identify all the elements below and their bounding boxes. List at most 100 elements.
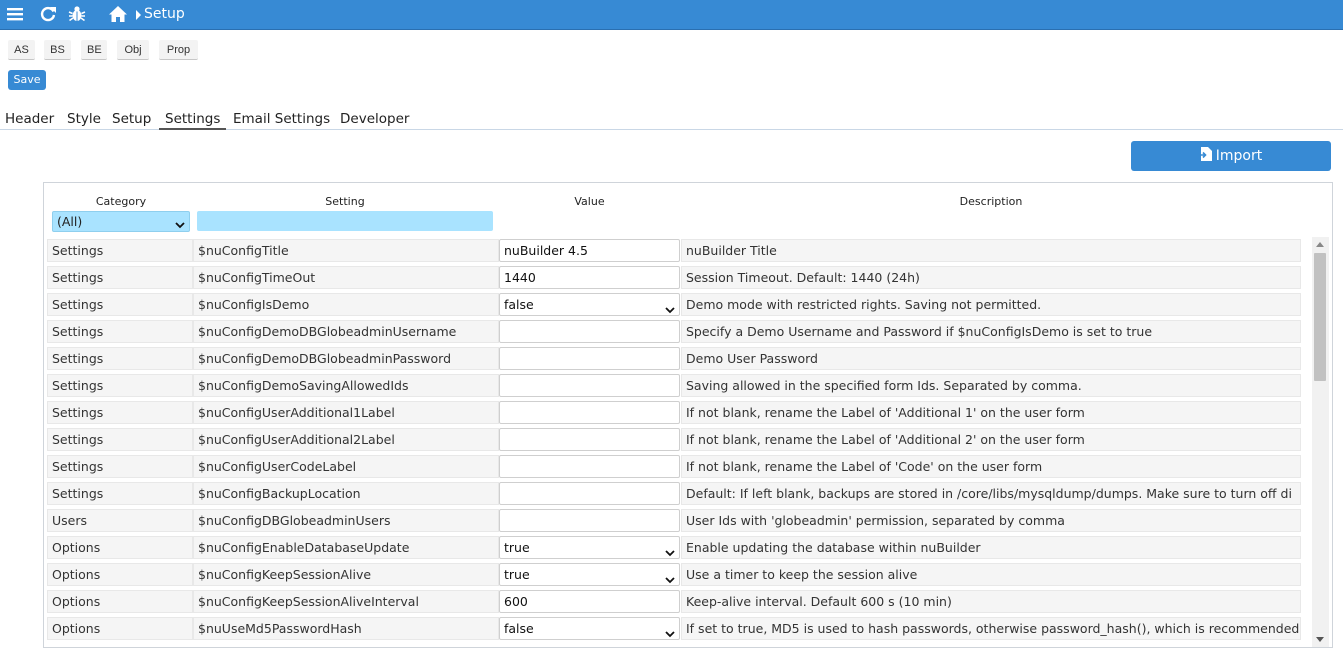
category-cell: Settings [47,239,193,262]
value-text: false [504,297,534,312]
value-text: 1440 [504,270,536,285]
as-button[interactable]: AS [8,40,35,60]
be-button[interactable]: BE [81,40,107,60]
vertical-scrollbar[interactable] [1312,237,1329,647]
tab-setup[interactable]: Setup [112,110,151,128]
chevron-down-icon [665,570,675,585]
category-cell: Options [47,590,193,613]
chevron-down-icon [665,624,675,639]
header-setting: Setting [325,195,365,208]
tab-developer[interactable]: Developer [340,110,409,128]
description-cell: User Ids with 'globeadmin' permission, s… [681,509,1301,532]
category-cell: Settings [47,347,193,370]
table-row: Options $nuUseMd5PasswordHash false If set … [47,615,1303,641]
tab-email-settings[interactable]: Email Settings [233,110,330,128]
scroll-down-arrow-icon[interactable] [1316,637,1324,642]
value-select[interactable]: true [499,563,680,586]
menu-icon[interactable] [5,3,25,25]
value-text: 600 [504,594,528,609]
description-cell: Demo User Password [681,347,1301,370]
description-cell: Keep-alive interval. Default 600 s (10 m… [681,590,1301,613]
value-input[interactable]: nuBuilder 4.5 [499,239,680,262]
refresh-icon[interactable] [38,3,58,25]
category-cell: Options [47,563,193,586]
description-cell: If not blank, rename the Label of 'Code'… [681,455,1301,478]
table-row: Settings $nuConfigUserCodeLabel If not bla… [47,453,1303,479]
chevron-down-icon [665,300,675,315]
value-input[interactable] [499,401,680,424]
setting-cell: $nuConfigKeepSessionAliveInterval [193,590,499,613]
table-row: Options $nuConfigKeepSessionAlive true Use … [47,561,1303,587]
scroll-up-arrow-icon[interactable] [1316,242,1324,247]
obj-button[interactable]: Obj [117,40,149,60]
table-row: Options $nuConfigKeepSessionAliveInterval… [47,588,1303,614]
chevron-down-icon [665,543,675,558]
description-cell: Session Timeout. Default: 1440 (24h) [681,266,1301,289]
header-description: Description [959,195,1023,208]
save-button[interactable]: Save [8,70,46,90]
setting-cell: $nuConfigKeepSessionAlive [193,563,499,586]
table-row: Settings $nuConfigDemoDBGlobeadminUsernam… [47,318,1303,344]
scrollbar-thumb[interactable] [1314,253,1326,381]
value-text: nuBuilder 4.5 [504,243,588,258]
setting-filter-input[interactable] [197,211,493,231]
value-input[interactable] [499,509,680,532]
description-cell: Saving allowed in the specified form Ids… [681,374,1301,397]
table-row: Settings $nuConfigTimeOut 1440 Session Time… [47,264,1303,290]
table-row: Settings $nuConfigDemoSavingAllowedIds Sav… [47,372,1303,398]
category-cell: Options [47,536,193,559]
import-label: Import [1215,148,1263,164]
category-cell: Settings [47,428,193,451]
category-cell: Settings [47,293,193,316]
description-cell: If not blank, rename the Label of 'Addit… [681,428,1301,451]
category-filter-select[interactable]: (All) [52,211,190,232]
tab-settings[interactable]: Settings [159,110,227,130]
description-cell: Specify a Demo Username and Password if … [681,320,1301,343]
bs-button[interactable]: BS [44,40,71,60]
table-row: Options $nuConfigEnableDatabaseUpdate true… [47,534,1303,560]
import-button[interactable]: Import [1131,141,1331,171]
category-cell: Settings [47,455,193,478]
value-input[interactable] [499,347,680,370]
header-value: Value [574,195,605,208]
category-cell: Settings [47,266,193,289]
setting-cell: $nuConfigEnableDatabaseUpdate [193,536,499,559]
header-category: Category [95,195,147,208]
setting-cell: $nuConfigBackupLocation [193,482,499,505]
tab-style[interactable]: Style [67,110,101,128]
chevron-down-icon [175,216,185,235]
value-text: false [504,621,534,636]
setting-cell: $nuConfigUserAdditional2Label [193,428,499,451]
table-row: Settings $nuConfigDemoDBGlobeadminPasswor… [47,345,1303,371]
value-input[interactable] [499,374,680,397]
prop-button[interactable]: Prop [159,40,198,60]
home-icon[interactable] [107,3,129,25]
category-cell: Settings [47,401,193,424]
bug-icon[interactable] [67,3,87,25]
value-text: true [504,540,530,555]
settings-rows: Settings $nuConfigTitle nuBuilder 4.5 nuBui… [47,237,1303,647]
setting-cell: $nuConfigDemoSavingAllowedIds [193,374,499,397]
category-cell: Settings [47,482,193,505]
category-cell: Users [47,509,193,532]
value-input[interactable]: 600 [499,590,680,613]
file-import-icon [1199,147,1212,165]
value-select[interactable]: true [499,536,680,559]
value-input[interactable] [499,428,680,451]
category-filter-value: (All) [57,214,83,229]
category-cell: Settings [47,320,193,343]
value-select[interactable]: false [499,293,680,316]
value-input[interactable]: 1440 [499,266,680,289]
value-input[interactable] [499,320,680,343]
breadcrumb[interactable]: Setup [144,5,185,23]
category-cell: Settings [47,374,193,397]
table-row: Settings $nuConfigIsDemo false Demo mode wi… [47,291,1303,317]
description-cell: Use a timer to keep the session alive [681,563,1301,586]
settings-grid: Category Setting Value Description (All)… [43,182,1333,648]
description-cell: Default: If left blank, backups are stor… [681,482,1301,505]
value-input[interactable] [499,482,680,505]
tab-header[interactable]: Header [5,110,54,128]
category-cell: Options [47,617,193,640]
value-input[interactable] [499,455,680,478]
value-select[interactable]: false [499,617,680,640]
